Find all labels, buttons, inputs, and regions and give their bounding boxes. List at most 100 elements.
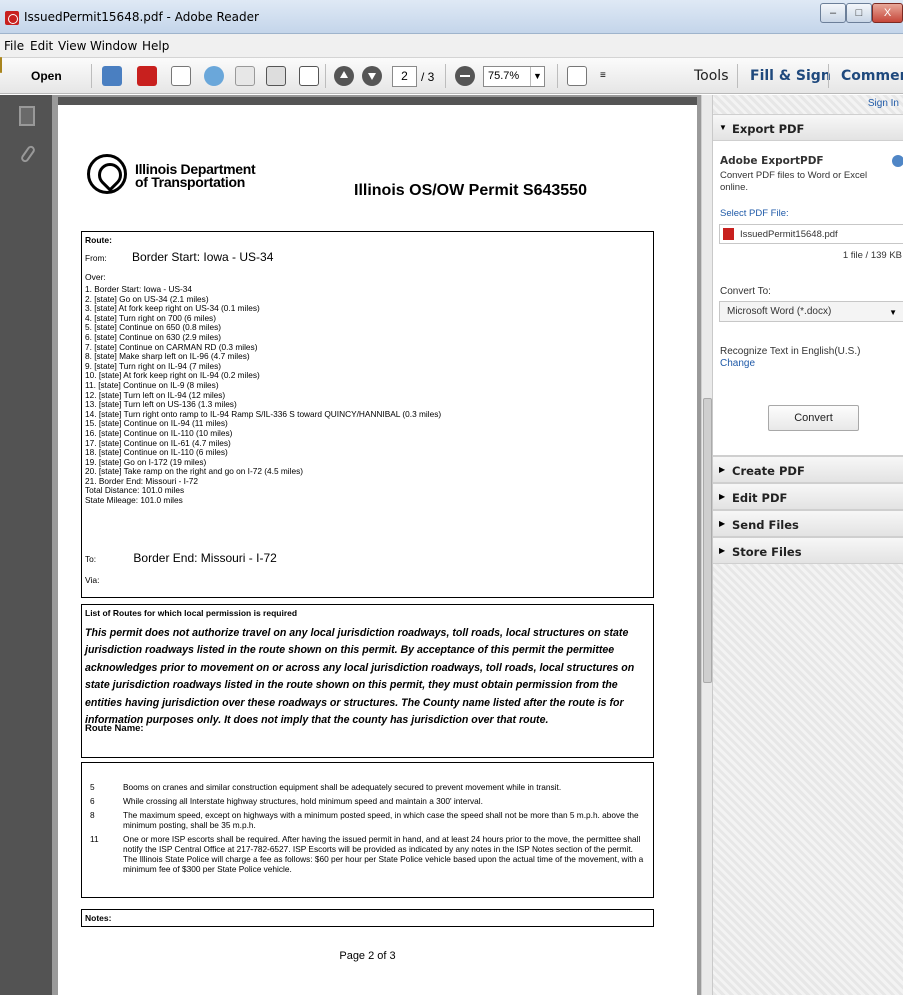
create-pdf-header[interactable]: ▶ Create PDF	[713, 456, 903, 483]
zoom-out-icon[interactable]	[455, 66, 475, 86]
condition-number: 5	[90, 782, 95, 792]
idot-logo	[87, 154, 127, 194]
chevron-down-icon[interactable]: ▼	[530, 67, 544, 86]
permit-conditions: 5 Booms on cranes and similar constructio…	[81, 762, 654, 898]
expand-arrow-icon: ▼	[719, 123, 727, 132]
collapse-arrow-icon: ▶	[719, 546, 726, 555]
to-value: Border End: Missouri - I-72	[133, 551, 277, 565]
pdf-convert-icon[interactable]	[137, 66, 157, 86]
fullscreen-icon[interactable]	[567, 66, 587, 86]
open-button[interactable]: Open	[31, 69, 62, 83]
convert-to-select[interactable]: Microsoft Word (*.docx) ▼	[719, 301, 903, 322]
collapse-arrow-icon: ▶	[719, 492, 726, 501]
create-icon[interactable]	[102, 66, 122, 86]
send-files-title: Send Files	[732, 518, 799, 532]
local-permission-section: List of Routes for which local permissio…	[81, 604, 654, 758]
attachment-icon[interactable]	[19, 144, 37, 164]
edit-pdf-header[interactable]: ▶ Edit PDF	[713, 483, 903, 510]
edit-pdf-title: Edit PDF	[732, 491, 788, 505]
route-label: Route:	[85, 235, 112, 245]
menu-bar: File Edit View Window Help	[0, 34, 903, 58]
condition-text: Booms on cranes and similar construction…	[123, 782, 562, 792]
condition-number: 11	[90, 834, 99, 844]
send-files-header[interactable]: ▶ Send Files	[713, 510, 903, 537]
export-description: Convert PDF files to Word or Excel onlin…	[720, 170, 868, 193]
convert-to-value: Microsoft Word (*.docx)	[727, 306, 832, 317]
condition-text: One or more ISP escorts shall be require…	[123, 834, 644, 874]
condition-number: 8	[90, 810, 95, 820]
route-name-label: Route Name:	[85, 723, 144, 734]
toolbar-divider	[91, 64, 92, 88]
email-icon[interactable]	[299, 66, 319, 86]
edit-icon[interactable]	[171, 66, 191, 86]
sign-in-link[interactable]: Sign In	[868, 98, 899, 109]
document-area[interactable]: Illinois Department of Transportation Il…	[52, 95, 701, 995]
toolbar-divider	[325, 64, 326, 88]
menu-help[interactable]: Help	[142, 39, 169, 53]
convert-to-label: Convert To:	[720, 286, 771, 297]
tab-comment[interactable]: Comment	[841, 68, 903, 84]
pages-icon[interactable]	[19, 106, 35, 126]
help-icon[interactable]	[892, 155, 903, 167]
zoom-select[interactable]: 75.7% ▼	[483, 66, 545, 87]
menu-edit[interactable]: Edit	[30, 39, 53, 53]
tab-tools[interactable]: Tools	[694, 68, 729, 84]
maximize-button[interactable]: □	[846, 3, 872, 23]
menu-view[interactable]: View	[58, 39, 86, 53]
chevron-down-icon: ▼	[889, 308, 897, 317]
toolbar-divider	[557, 64, 558, 88]
permit-title: Illinois OS/OW Permit S643550	[354, 182, 587, 199]
over-label: Over:	[85, 272, 106, 282]
create-pdf-title: Create PDF	[732, 464, 805, 478]
collapse-arrow-icon: ▶	[719, 519, 726, 528]
from-value: Border Start: Iowa - US-34	[132, 250, 274, 264]
page-footer: Page 2 of 3	[339, 950, 396, 962]
toolbar-more-icon[interactable]: ≡	[600, 70, 606, 81]
condition-text: While crossing all Interstate highway st…	[123, 796, 483, 806]
local-permission-title: List of Routes for which local permissio…	[85, 608, 298, 618]
menu-window[interactable]: Window	[90, 39, 137, 53]
file-name: IssuedPermit15648.pdf	[740, 229, 838, 240]
menu-file[interactable]: File	[4, 39, 24, 53]
tools-pane: Sign In ▼ Export PDF Adobe ExportPDF Con…	[712, 95, 903, 995]
notes-label: Notes:	[85, 913, 112, 923]
store-files-title: Store Files	[732, 545, 802, 559]
convert-button[interactable]: Convert	[768, 405, 859, 431]
condition-text: The maximum speed, except on highways wi…	[123, 810, 639, 830]
change-link[interactable]: Change	[720, 358, 755, 369]
vertical-scrollbar[interactable]	[701, 95, 712, 995]
title-bar: IssuedPermit15648.pdf - Adobe Reader – □…	[0, 0, 903, 34]
minimize-button[interactable]: –	[820, 3, 846, 23]
window-title: IssuedPermit15648.pdf - Adobe Reader	[24, 10, 259, 24]
local-permission-text: This permit does not authorize travel on…	[85, 627, 635, 727]
cloud-upload-icon[interactable]	[204, 66, 224, 86]
selected-file[interactable]: IssuedPermit15648.pdf	[719, 224, 903, 244]
select-file-label: Select PDF File:	[720, 208, 789, 219]
page-down-icon[interactable]	[362, 66, 382, 86]
toolbar: Open 2 / 3 75.7% ▼ ≡ Tools Fill & Sign C…	[0, 57, 903, 94]
route-section: Route: From: Border Start: Iowa - US-34 …	[81, 231, 654, 598]
export-pdf-title: Export PDF	[732, 122, 805, 136]
route-step: State Mileage: 101.0 miles	[85, 495, 183, 506]
toolbar-divider	[828, 64, 829, 88]
toolbar-divider	[737, 64, 738, 88]
notes-section: Notes:	[81, 909, 654, 927]
folder-open-icon[interactable]	[0, 57, 2, 73]
print-icon[interactable]	[266, 66, 286, 86]
export-pdf-panel: Adobe ExportPDF Convert PDF files to Wor…	[713, 141, 903, 456]
close-button[interactable]: X	[872, 3, 903, 23]
page-up-icon[interactable]	[334, 66, 354, 86]
tab-fill-sign[interactable]: Fill & Sign	[750, 68, 831, 84]
store-files-header[interactable]: ▶ Store Files	[713, 537, 903, 564]
pdf-icon	[5, 11, 19, 25]
from-row: From: Border Start: Iowa - US-34	[85, 250, 273, 264]
export-pdf-header[interactable]: ▼ Export PDF	[713, 114, 903, 141]
save-icon[interactable]	[235, 66, 255, 86]
from-label: From:	[85, 253, 107, 263]
zoom-value: 75.7%	[488, 70, 520, 82]
scrollbar-thumb[interactable]	[703, 398, 712, 683]
page-number-input[interactable]: 2	[392, 66, 417, 87]
ocr-text: Recognize Text in English(U.S.)	[720, 346, 861, 357]
condition-number: 6	[90, 796, 95, 806]
page-total: / 3	[421, 70, 435, 84]
